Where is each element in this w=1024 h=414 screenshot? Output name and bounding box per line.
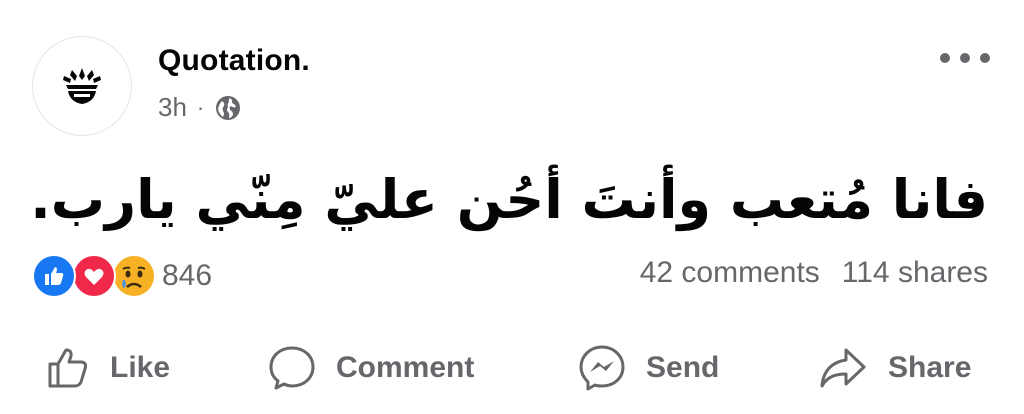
thumbs-up-icon bbox=[48, 348, 88, 388]
send-label: Send bbox=[646, 351, 720, 384]
send-button[interactable]: Send bbox=[578, 332, 719, 404]
comment-label: Comment bbox=[336, 351, 475, 384]
action-bar: Like Comment Send Share bbox=[0, 332, 1024, 404]
comment-bubble-icon bbox=[269, 346, 315, 390]
like-label: Like bbox=[110, 351, 171, 384]
page-avatar[interactable] bbox=[32, 36, 132, 136]
love-reaction-icon bbox=[72, 254, 116, 298]
shares-count[interactable]: 114 shares bbox=[842, 256, 988, 290]
reaction-icons bbox=[32, 254, 156, 298]
messenger-icon bbox=[579, 345, 625, 391]
post-text: فانا مُتعب وأنتَ أحُن عليّ مِنّي يارب. bbox=[30, 168, 988, 231]
author-name[interactable]: Quotation. bbox=[158, 44, 310, 78]
post-time[interactable]: 3h bbox=[158, 92, 187, 123]
post-meta: 3h · bbox=[158, 92, 242, 123]
meta-separator: · bbox=[196, 94, 205, 120]
comments-count[interactable]: 42 comments bbox=[640, 256, 820, 290]
share-arrow-icon bbox=[820, 348, 866, 388]
post-card: Quotation. 3h · فانا مُتعب وأنتَ أحُن عل… bbox=[0, 0, 1024, 414]
reaction-count: 846 bbox=[162, 259, 213, 292]
like-reaction-icon bbox=[32, 254, 76, 298]
quotation-logo-icon bbox=[63, 68, 101, 104]
globe-icon[interactable] bbox=[214, 94, 242, 122]
share-label: Share bbox=[888, 351, 972, 384]
sad-reaction-icon bbox=[112, 254, 156, 298]
more-options-icon[interactable] bbox=[940, 48, 990, 68]
engagement-stats: 42 comments 114 shares bbox=[640, 256, 988, 290]
reactions-summary[interactable]: 846 bbox=[32, 254, 212, 298]
like-button[interactable]: Like bbox=[46, 332, 170, 404]
share-button[interactable]: Share bbox=[818, 332, 971, 404]
comment-button[interactable]: Comment bbox=[268, 332, 474, 404]
